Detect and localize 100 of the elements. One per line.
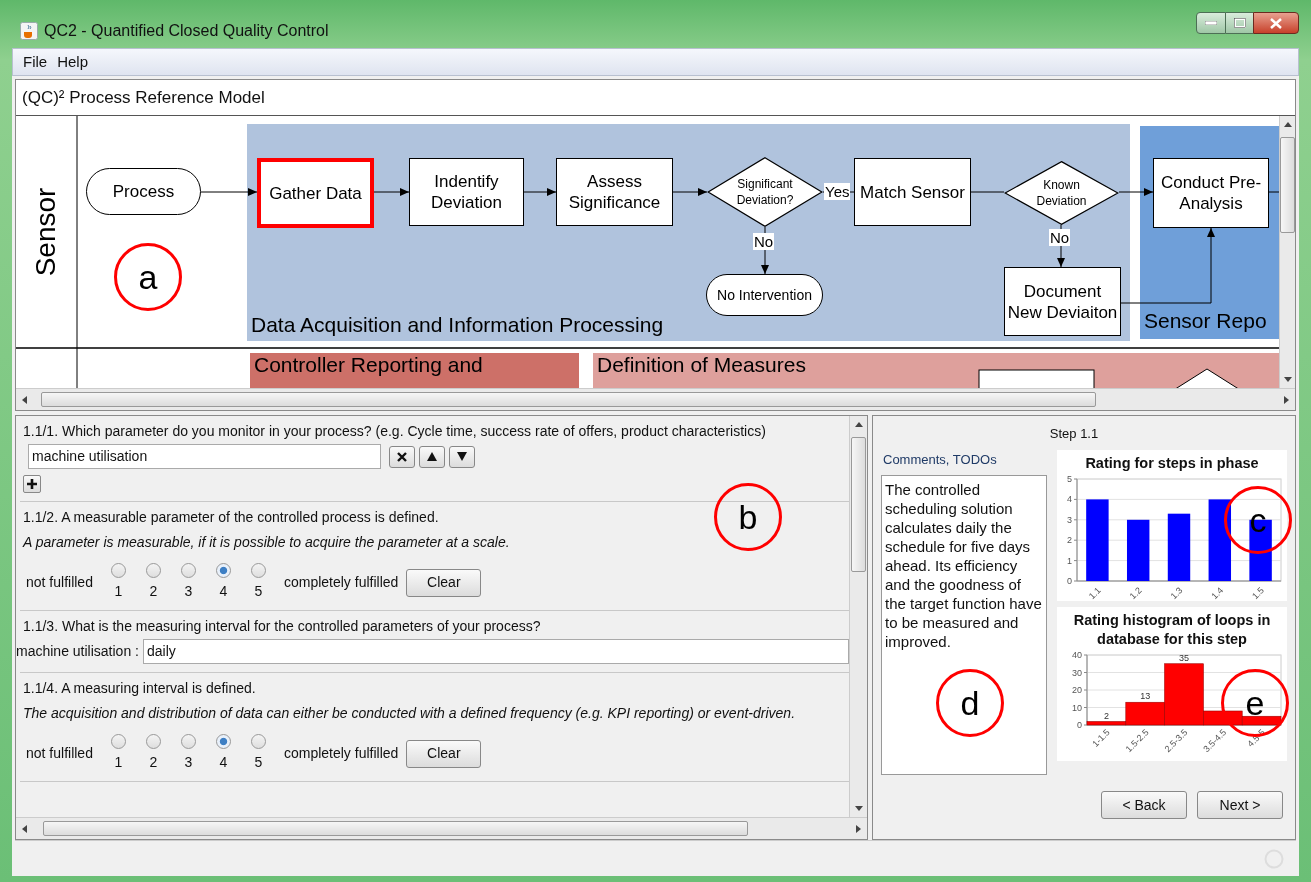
- lane-label: Sensor: [29, 187, 63, 277]
- annotation-marker: b: [714, 483, 782, 551]
- terminal-node[interactable]: No Intervention: [706, 274, 823, 316]
- radio-button[interactable]: [215, 734, 231, 749]
- tick-label: 2: [1067, 534, 1072, 545]
- scrollbar[interactable]: [849, 416, 867, 817]
- tick-label: 20: [1072, 684, 1082, 695]
- value-label: 35: [1179, 652, 1189, 663]
- phase-label: Data Acquisition and Information Processing: [250, 313, 665, 337]
- tick-label: 0: [1077, 719, 1082, 730]
- process-step[interactable]: Assess Significance: [556, 158, 673, 226]
- arrow: [200, 188, 258, 196]
- category-label: 1.2: [1127, 584, 1144, 601]
- scrollbar[interactable]: [16, 388, 1295, 410]
- terminal-node[interactable]: Process: [86, 168, 201, 215]
- scale-label: completely fulfilled: [283, 573, 399, 592]
- field-label: machine utilisation :: [16, 642, 139, 661]
- scroll-right-icon: [856, 824, 861, 833]
- category-label: 1.5: [1250, 584, 1266, 601]
- comments-title: Comments, TODOs: [883, 450, 998, 469]
- remove-button[interactable]: [389, 445, 415, 468]
- tick-label: 4: [1067, 493, 1072, 504]
- value-label: 13: [1140, 690, 1151, 701]
- phase-label: Sensor Repo: [1143, 309, 1268, 333]
- radio-label: 1: [114, 753, 123, 772]
- scroll-up-icon: [854, 422, 863, 427]
- radio-button[interactable]: [180, 734, 196, 749]
- hint-text: A parameter is measurable, if it is possible to acquire the parameter at a scale.: [21, 533, 510, 551]
- decision-diamond[interactable]: Significant Deviation?: [707, 157, 823, 227]
- parameter-field[interactable]: machine utilisation: [28, 444, 381, 469]
- down-triangle-icon: [457, 452, 467, 461]
- tick-label: 40: [1072, 649, 1082, 660]
- process-step[interactable]: Gather Data: [257, 158, 374, 228]
- close-icon: [397, 451, 407, 462]
- phase-label: Definition of Measures: [596, 353, 807, 377]
- scale-label: not fulfilled: [26, 744, 93, 763]
- move-down-button[interactable]: [449, 445, 475, 468]
- decision-diamond[interactable]: Known Deviation: [1004, 161, 1119, 225]
- question-label: 1.1/2. A measurable parameter of the controlled process is defined.: [22, 508, 439, 526]
- annotation-marker: a: [114, 243, 182, 311]
- clear-button[interactable]: Clear: [406, 568, 482, 597]
- annotation-marker: d: [936, 669, 1004, 737]
- tick-label: 30: [1072, 667, 1082, 677]
- process-step[interactable]: Conduct Pre-Analysis: [1153, 158, 1269, 228]
- radio-label: 2: [149, 582, 158, 601]
- tick-label: 1: [1067, 555, 1072, 566]
- phase-label: Controller Reporting and: [253, 353, 484, 377]
- menu-item[interactable]: Help: [55, 50, 91, 74]
- move-up-button[interactable]: [419, 445, 445, 468]
- scroll-left-icon: [22, 824, 27, 833]
- scroll-thumb[interactable]: [851, 437, 866, 572]
- scroll-thumb[interactable]: [1280, 137, 1295, 233]
- radio-label: 4: [219, 582, 228, 601]
- interval-field[interactable]: daily: [142, 639, 849, 664]
- scrollbar[interactable]: [16, 817, 867, 839]
- up-triangle-icon: [427, 452, 437, 461]
- clear-button[interactable]: Clear: [406, 739, 482, 768]
- close-icon: [1270, 17, 1282, 29]
- category-label: 1.1: [1086, 584, 1103, 601]
- plus-icon: [27, 479, 37, 489]
- connector-line: [970, 191, 1005, 193]
- radio-label: 1: [114, 582, 123, 601]
- edge-label: No: [753, 233, 775, 250]
- process-step[interactable]: Indentify Deviation: [409, 158, 524, 226]
- radio-label: 4: [219, 753, 228, 772]
- radio-button[interactable]: [250, 734, 266, 749]
- chart-title: Rating histogram of loops in database for this step: [1072, 610, 1272, 649]
- process-step[interactable]: Match Sensor: [854, 158, 971, 226]
- radio-button[interactable]: [110, 734, 126, 749]
- process-step[interactable]: Document New Deviaiton: [1004, 267, 1121, 336]
- radio-button[interactable]: [180, 563, 196, 578]
- cup-icon: [20, 22, 38, 40]
- value-label: 2: [1103, 710, 1109, 720]
- radio-button[interactable]: [250, 563, 266, 578]
- radio-label: 5: [254, 753, 263, 772]
- maximize-button[interactable]: [1226, 12, 1253, 34]
- edge-label: Yes: [824, 183, 851, 200]
- scrollbar[interactable]: [1279, 116, 1295, 388]
- radio-button[interactable]: [110, 563, 126, 578]
- hint-text: The acquisition and distribution of data can either be conducted with a defined frequency (e.g. KPI reporting) or event-driven.: [22, 704, 796, 722]
- radio-button[interactable]: [145, 734, 161, 749]
- menu-item[interactable]: File: [21, 50, 50, 74]
- add-button[interactable]: [23, 475, 41, 493]
- scale-label: completely fulfilled: [283, 744, 399, 763]
- category-label: 1.4: [1209, 584, 1226, 601]
- nav-button[interactable]: Next >: [1197, 791, 1283, 819]
- question-label: 1.1/4. A measuring interval is defined.: [22, 679, 256, 697]
- connector-line: [1268, 191, 1279, 193]
- minimize-icon: [1205, 21, 1217, 25]
- close-button[interactable]: [1253, 12, 1299, 34]
- category-label: 1.3: [1168, 584, 1185, 601]
- radio-button[interactable]: [145, 563, 161, 578]
- scroll-thumb[interactable]: [43, 821, 748, 836]
- step-title: Step 1.1: [1049, 425, 1099, 443]
- scroll-thumb[interactable]: [41, 392, 1096, 407]
- scroll-right-icon: [1284, 395, 1289, 404]
- maximize-icon: [1233, 18, 1246, 28]
- nav-button[interactable]: < Back: [1101, 791, 1187, 819]
- radio-button[interactable]: [215, 563, 231, 578]
- minimize-button[interactable]: [1196, 12, 1226, 34]
